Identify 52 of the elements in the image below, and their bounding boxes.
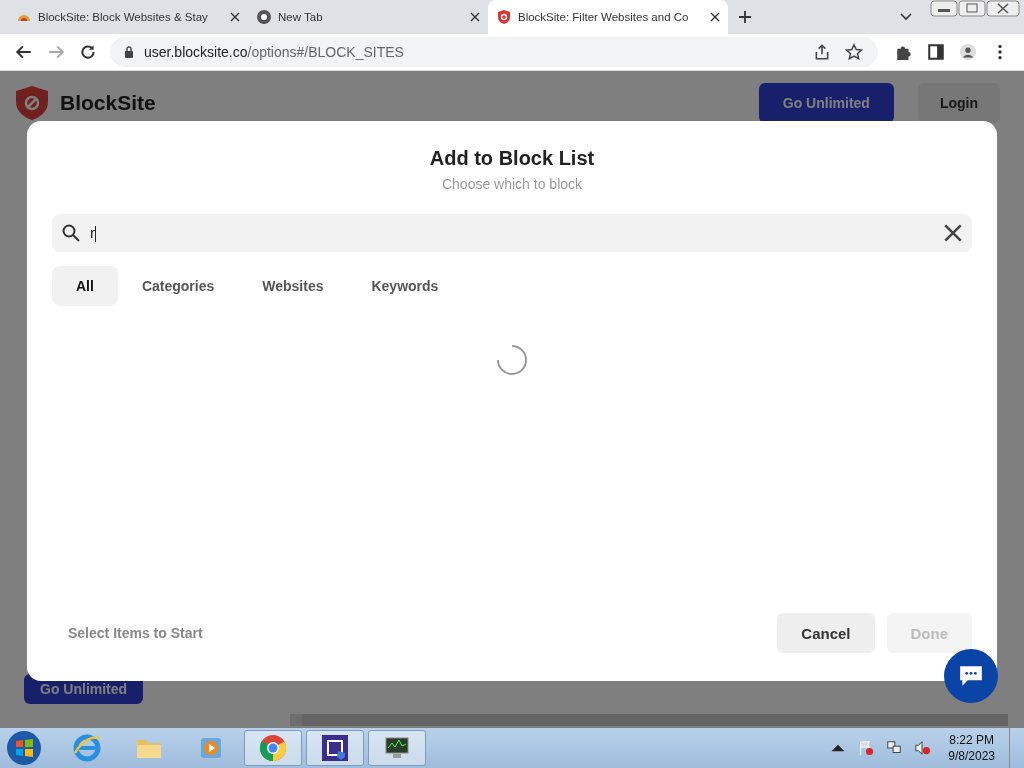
close-icon[interactable] (470, 12, 480, 22)
network-icon[interactable] (886, 740, 903, 756)
flag-icon[interactable] (858, 740, 875, 756)
share-icon[interactable] (813, 43, 831, 61)
browser-tab[interactable]: New Tab (248, 0, 488, 34)
reload-icon[interactable] (79, 43, 97, 61)
filter-tab[interactable]: Websites (238, 266, 348, 306)
browser-tab[interactable]: BlockSite: Filter Websites and Co (488, 0, 728, 34)
browser-tab[interactable]: BlockSite: Block Websites & Stay (8, 0, 248, 34)
go-unlimited-button[interactable]: Go Unlimited (758, 83, 894, 123)
clear-icon[interactable] (944, 224, 962, 242)
chevron-down-icon[interactable] (900, 13, 912, 21)
window-controls-drawing[interactable] (930, 0, 1020, 18)
profile-icon[interactable] (959, 43, 977, 61)
star-icon[interactable] (845, 43, 863, 61)
filter-tab[interactable]: All (52, 266, 118, 306)
clock-date[interactable]: 9/8/2023 (948, 749, 995, 763)
filter-tab[interactable]: Categories (117, 266, 239, 306)
dialog-subtitle: Choose which to block (440, 176, 584, 192)
address-bar[interactable]: user.blocksite.co/options#/BLOCK_SITES (110, 37, 878, 67)
filter-tab[interactable]: Keywords (347, 266, 463, 306)
chat-icon (958, 664, 984, 688)
chrome-icon (256, 9, 272, 25)
close-icon[interactable] (710, 12, 720, 22)
search-text: r (90, 224, 96, 242)
close-icon[interactable] (230, 12, 240, 22)
chat-button[interactable] (944, 649, 998, 703)
shield-icon (496, 9, 512, 25)
chrome-icon (258, 733, 288, 763)
volume-muted-icon[interactable] (914, 740, 931, 756)
tab-title: BlockSite: Filter Websites and Co (518, 11, 690, 23)
logo-text: BlockSite (60, 91, 156, 115)
tab-title: New Tab (278, 11, 324, 23)
new-tab-icon[interactable] (738, 10, 752, 24)
dialog-title: Add to Block List (428, 147, 596, 170)
taskbar-app[interactable] (306, 730, 364, 766)
taskbar-app[interactable] (368, 730, 426, 766)
login-button[interactable]: Login (917, 83, 1000, 123)
search-field[interactable]: r (52, 214, 972, 252)
url-text: user.blocksite.co/options#/BLOCK_SITES (144, 44, 404, 60)
search-icon (62, 224, 80, 242)
scrollbar[interactable] (290, 714, 1008, 726)
cancel-button[interactable]: Cancel (777, 613, 875, 653)
start-button[interactable] (4, 730, 44, 766)
status-text: Select Items to Start (67, 625, 203, 641)
lock-icon (124, 46, 134, 58)
sidebar-icon[interactable] (927, 43, 945, 61)
tab-title: BlockSite: Block Websites & Stay (38, 11, 209, 23)
globe-e-icon (72, 733, 102, 763)
shield-logo-icon (14, 85, 50, 121)
back-icon[interactable] (15, 43, 33, 61)
clock-time[interactable]: 8:22 PM (949, 733, 994, 747)
